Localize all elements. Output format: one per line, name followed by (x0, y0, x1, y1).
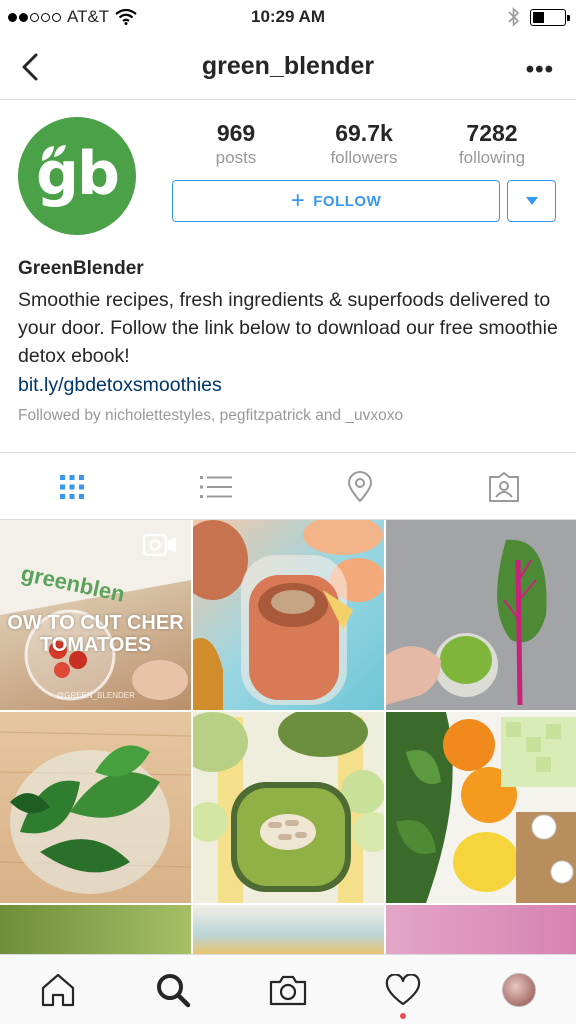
tile-image (193, 712, 384, 903)
nav-search[interactable] (115, 955, 230, 1024)
nav-home[interactable] (0, 955, 115, 1024)
page-title: green_blender (201, 52, 375, 80)
tile-image (386, 520, 576, 710)
follow-button[interactable]: + FOLLOW (172, 180, 500, 222)
profile-avatar (501, 973, 536, 1007)
photo-tile[interactable] (0, 905, 191, 954)
battery-icon (530, 8, 570, 26)
suggested-users-dropdown-button[interactable] (507, 180, 556, 222)
display-name: GreenBlender (18, 258, 144, 279)
heart-icon (385, 974, 420, 1006)
nav-camera[interactable] (230, 955, 345, 1024)
tagged-photos-icon (489, 472, 519, 502)
bottom-navigation (0, 954, 576, 1024)
stat-value: 69.7k (335, 120, 393, 146)
stat-value: 7282 (466, 120, 518, 146)
tab-map[interactable] (288, 453, 432, 521)
photo-tile[interactable] (193, 520, 384, 710)
camera-icon (269, 975, 306, 1006)
stat-value: 969 (216, 120, 256, 146)
chevron-down-icon (525, 197, 538, 205)
stat-label: following (458, 148, 526, 167)
list-view-icon (200, 476, 232, 498)
photo-tile[interactable] (386, 905, 576, 954)
nav-activity[interactable] (345, 955, 460, 1024)
bio-text: Smoothie recipes, fresh ingredients & su… (18, 289, 558, 367)
status-bar: AT&T 10:29 AM (0, 0, 576, 34)
tab-tagged[interactable] (432, 453, 576, 521)
profile-header: green_blender ••• (0, 34, 576, 100)
tab-grid[interactable] (0, 453, 144, 521)
profile-bio: GreenBlender Smoothie recipes, fresh ing… (18, 258, 558, 425)
photo-tile[interactable] (193, 712, 384, 903)
photo-tile[interactable] (386, 712, 576, 903)
profile-view-tabs (0, 452, 576, 520)
more-options-icon[interactable]: ••• (526, 56, 554, 84)
notification-dot (400, 1013, 406, 1019)
followers-count[interactable]: 69.7k followers (304, 120, 424, 168)
follow-button-label: FOLLOW (313, 192, 382, 210)
leaf-logo-icon (42, 145, 66, 161)
tile-image (386, 712, 576, 903)
photo-tile[interactable] (0, 712, 191, 903)
posts-count[interactable]: 969 posts (176, 120, 296, 168)
stat-label: posts (215, 148, 257, 167)
photo-tile[interactable] (193, 905, 384, 954)
profile-avatar-large[interactable]: gb (18, 117, 136, 235)
followed-by-text[interactable]: Followed by nicholettestyles, pegfitzpat… (18, 407, 558, 425)
home-icon (41, 973, 74, 1007)
grid-view-icon (60, 475, 84, 499)
bluetooth-icon (508, 7, 520, 27)
following-count[interactable]: 7282 following (432, 120, 552, 168)
tab-list[interactable] (144, 453, 288, 521)
nav-profile[interactable] (461, 955, 576, 1024)
video-caption-text: OW TO CUT CHER TOMATOES (7, 612, 184, 656)
tile-image (193, 520, 384, 710)
plus-icon: + (290, 187, 306, 214)
photo-tile[interactable] (386, 520, 576, 710)
bio-link[interactable]: bit.ly/gbdetoxsmoothies (18, 374, 558, 397)
search-icon (156, 974, 190, 1008)
clock: 10:29 AM (250, 7, 325, 26)
location-pin-icon (347, 471, 373, 503)
video-camera-icon (143, 534, 176, 556)
stat-label: followers (330, 148, 398, 167)
tile-image (0, 731, 191, 894)
photo-tile[interactable]: greenblen OW TO CUT CHER TOMATOES @GREEN… (0, 520, 191, 710)
video-watermark: @GREEN_BLENDER (56, 691, 135, 700)
